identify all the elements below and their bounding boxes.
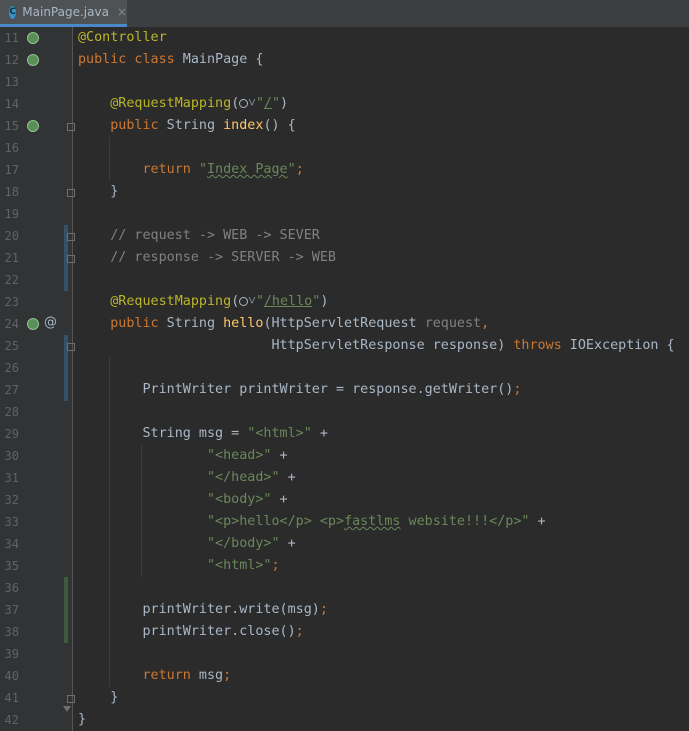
code-line[interactable]: 23 @RequestMapping(˅"/hello") <box>0 291 689 313</box>
code-text[interactable]: } <box>78 709 86 731</box>
code-line[interactable]: 22 <box>0 269 689 291</box>
line-number: 34 <box>4 537 19 551</box>
line-number: 31 <box>4 471 19 485</box>
code-text[interactable]: "<p>hello</p> <p>fastlms website!!!</p>"… <box>78 511 546 533</box>
code-line[interactable]: 37 printWriter.write(msg); <box>0 599 689 621</box>
line-number: 17 <box>4 163 19 177</box>
code-line[interactable]: 33 "<p>hello</p> <p>fastlms website!!!</… <box>0 511 689 533</box>
code-text[interactable]: } <box>78 181 118 203</box>
line-number: 38 <box>4 625 19 639</box>
line-number: 29 <box>4 427 19 441</box>
code-text[interactable]: PrintWriter printWriter = response.getWr… <box>78 379 521 401</box>
code-line[interactable]: 18 } <box>0 181 689 203</box>
code-editor[interactable]: @ 11 @Controller 12 public class MainPage {… <box>0 27 689 731</box>
code-line[interactable]: 26 <box>0 357 689 379</box>
line-number: 18 <box>4 185 19 199</box>
code-text[interactable]: public class MainPage { <box>78 49 263 71</box>
code-line[interactable]: 39 <box>0 643 689 665</box>
tab-mainpage-java[interactable]: C MainPage.java × <box>0 0 127 27</box>
line-number: 26 <box>4 361 19 375</box>
code-line[interactable]: 13 <box>0 71 689 93</box>
code-line[interactable]: 14 @RequestMapping(˅"/") <box>0 93 689 115</box>
code-line[interactable]: 35 "<html>"; <box>0 555 689 577</box>
code-text[interactable]: // response -> SERVER -> WEB <box>78 247 336 269</box>
line-number: 23 <box>4 295 19 309</box>
code-line[interactable]: 11 @Controller <box>0 27 689 49</box>
line-number: 40 <box>4 669 19 683</box>
code-line[interactable]: 21 // response -> SERVER -> WEB <box>0 247 689 269</box>
code-text[interactable]: // request -> WEB -> SEVER <box>78 225 320 247</box>
line-number: 28 <box>4 405 19 419</box>
code-text[interactable]: return "Index Page"; <box>78 159 304 181</box>
line-number: 13 <box>4 75 19 89</box>
line-number: 24 <box>4 317 19 331</box>
code-line[interactable]: 25 HttpServletResponse response) throws … <box>0 335 689 357</box>
editor-tab-bar: C MainPage.java × <box>0 0 689 27</box>
code-text[interactable]: "</body>" + <box>78 533 296 555</box>
code-line[interactable]: 31 "</head>" + <box>0 467 689 489</box>
line-number: 22 <box>4 273 19 287</box>
line-number: 39 <box>4 647 19 661</box>
code-line[interactable]: 12 public class MainPage { <box>0 49 689 71</box>
code-text[interactable]: String msg = "<html>" + <box>78 423 327 445</box>
line-number: 21 <box>4 251 19 265</box>
line-number: 25 <box>4 339 19 353</box>
code-line[interactable]: 34 "</body>" + <box>0 533 689 555</box>
close-icon[interactable]: × <box>117 5 127 19</box>
code-text[interactable]: "<head>" + <box>78 445 288 467</box>
code-line[interactable]: 19 <box>0 203 689 225</box>
line-number: 32 <box>4 493 19 507</box>
code-text[interactable]: HttpServletResponse response) throws IOE… <box>78 335 674 357</box>
code-line[interactable]: 17 return "Index Page"; <box>0 159 689 181</box>
code-line[interactable]: 24 public String hello(HttpServletReques… <box>0 313 689 335</box>
line-number: 30 <box>4 449 19 463</box>
line-number: 12 <box>4 53 19 67</box>
code-line[interactable]: 30 "<head>" + <box>0 445 689 467</box>
line-number: 36 <box>4 581 19 595</box>
code-text[interactable]: "<body>" + <box>78 489 288 511</box>
code-text[interactable]: public String index() { <box>78 115 295 137</box>
line-number: 16 <box>4 141 19 155</box>
line-number: 11 <box>4 31 19 45</box>
code-line[interactable]: 29 String msg = "<html>" + <box>0 423 689 445</box>
line-number: 33 <box>4 515 19 529</box>
code-text[interactable]: @RequestMapping(˅"/hello") <box>78 291 328 313</box>
line-number: 19 <box>4 207 19 221</box>
line-number: 42 <box>4 713 19 727</box>
code-text[interactable]: printWriter.close(); <box>78 621 303 643</box>
code-line[interactable]: 40 return msg; <box>0 665 689 687</box>
code-line[interactable]: 42} <box>0 709 689 731</box>
line-number: 15 <box>4 119 19 133</box>
code-text[interactable]: "<html>"; <box>78 555 280 577</box>
code-text[interactable]: return msg; <box>78 665 232 687</box>
code-line[interactable]: 28 <box>0 401 689 423</box>
code-line[interactable]: 36 <box>0 577 689 599</box>
line-number: 14 <box>4 97 19 111</box>
code-line[interactable]: 38 printWriter.close(); <box>0 621 689 643</box>
code-text[interactable]: "</head>" + <box>78 467 296 489</box>
code-line[interactable]: 15 public String index() { <box>0 115 689 137</box>
tab-label: MainPage.java <box>22 5 109 19</box>
code-line[interactable]: 32 "<body>" + <box>0 489 689 511</box>
line-number: 37 <box>4 603 19 617</box>
java-class-icon: C <box>9 5 17 19</box>
line-number: 35 <box>4 559 19 573</box>
code-line[interactable]: 27 PrintWriter printWriter = response.ge… <box>0 379 689 401</box>
line-number: 41 <box>4 691 19 705</box>
line-number: 20 <box>4 229 19 243</box>
code-line[interactable]: 41 } <box>0 687 689 709</box>
code-text[interactable]: public String hello(HttpServletRequest r… <box>78 313 489 335</box>
code-line[interactable]: 20 // request -> WEB -> SEVER <box>0 225 689 247</box>
code-text[interactable]: } <box>78 687 118 709</box>
code-text[interactable]: @Controller <box>78 27 167 49</box>
line-number: 27 <box>4 383 19 397</box>
code-line[interactable]: 16 <box>0 137 689 159</box>
code-text[interactable]: printWriter.write(msg); <box>78 599 327 621</box>
code-text[interactable]: @RequestMapping(˅"/") <box>78 93 288 115</box>
